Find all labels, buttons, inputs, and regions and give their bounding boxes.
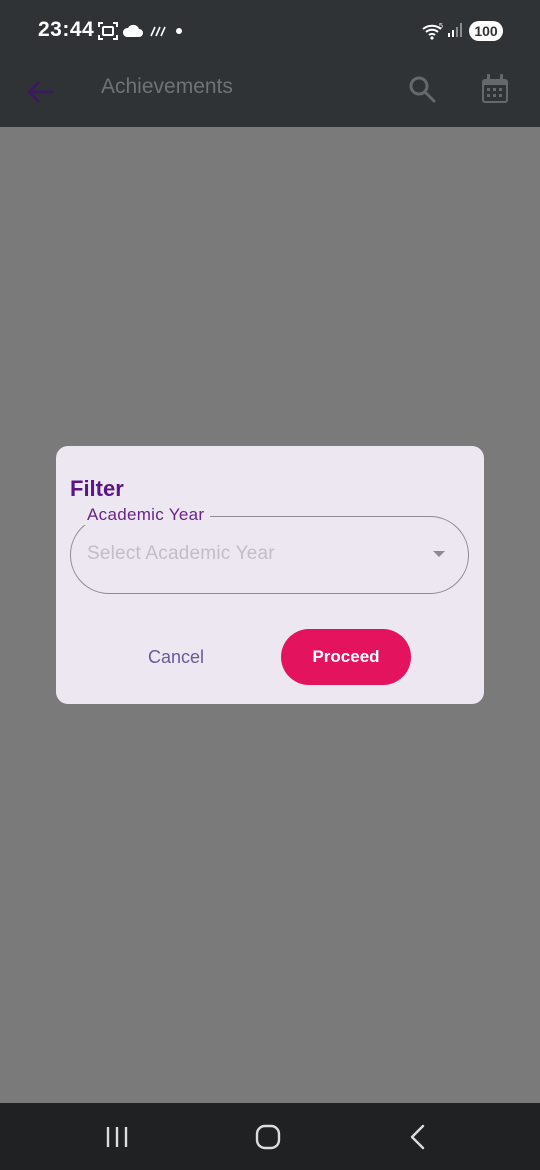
recents-icon[interactable]: [101, 1121, 133, 1153]
academic-year-dropdown[interactable]: Academic Year Select Academic Year: [70, 505, 469, 594]
system-nav-bar: [0, 1103, 540, 1170]
cancel-button[interactable]: Cancel: [130, 634, 222, 680]
app-bar: Achievements: [0, 62, 540, 127]
back-icon[interactable]: [403, 1121, 435, 1153]
dropdown-arrow-icon: [433, 551, 445, 557]
notification-dot-icon: [176, 28, 182, 34]
home-icon[interactable]: [252, 1121, 284, 1153]
calendar-icon[interactable]: [478, 72, 512, 106]
back-arrow-icon[interactable]: [22, 74, 58, 110]
cloud-icon: [122, 24, 143, 37]
svg-text:5: 5: [439, 23, 443, 30]
wifi-icon: 5: [422, 23, 443, 40]
proceed-button[interactable]: Proceed: [281, 629, 411, 685]
battery-badge: 100: [469, 21, 503, 41]
dialog-title: Filter: [70, 476, 124, 501]
search-icon[interactable]: [405, 72, 439, 106]
filter-dialog: Filter Academic Year Select Academic Yea…: [56, 446, 484, 704]
signal-icon: [448, 23, 462, 37]
status-time: 23:44: [38, 18, 95, 41]
academic-year-label: Academic Year: [81, 505, 211, 525]
page-title: Achievements: [101, 75, 233, 98]
screenshot-icon: [98, 22, 118, 40]
status-bar: 23:44 5 100: [0, 0, 540, 62]
weather-icon: [150, 26, 166, 37]
academic-year-placeholder: Select Academic Year: [87, 543, 275, 564]
